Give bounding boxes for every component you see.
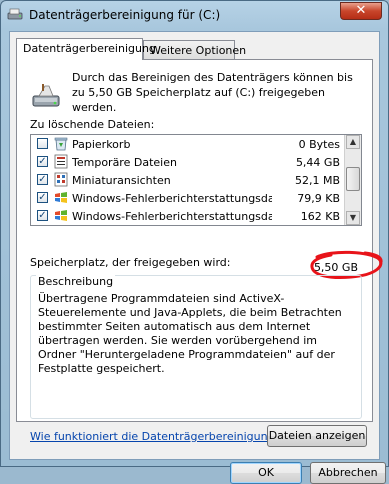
file-size: 79,9 KB [297, 192, 340, 205]
file-name: Papierkorb [72, 138, 131, 151]
file-size: 162 KB [300, 210, 340, 223]
cancel-button[interactable]: Abbrechen [310, 462, 386, 484]
view-files-button[interactable]: Dateien anzeigen [267, 425, 367, 447]
list-item[interactable]: ✓ Windows-Fehlerberichterstattungsdatei.… [31, 207, 346, 225]
files-list[interactable]: Papierkorb 0 Bytes ✓ Temporäre Dateien 5… [30, 134, 362, 226]
windows-logo-icon [55, 210, 67, 221]
file-name: Miniaturansichten [72, 174, 171, 187]
close-icon: ✕ [355, 3, 367, 18]
close-button[interactable]: ✕ [340, 2, 382, 20]
tab-panel: Durch das Bereinigen des Datenträgers kö… [16, 59, 383, 447]
disk-cleanup-icon [7, 8, 23, 20]
windows-logo-icon [55, 192, 67, 203]
checkbox[interactable]: ✓ [37, 156, 48, 167]
scroll-down-icon[interactable]: ▼ [346, 211, 360, 225]
file-name: Temporäre Dateien [72, 156, 177, 169]
window-title: Datenträgerbereinigung für (C:) [29, 8, 221, 22]
checkbox[interactable]: ✓ [37, 174, 48, 185]
dialog-client: Datenträgerbereinigung Weitere Optionen … [9, 31, 386, 484]
title-bar[interactable]: Datenträgerbereinigung für (C:) ✕ [1, 1, 388, 29]
description-group: Beschreibung Übertragene Programmdateien… [30, 275, 362, 419]
help-link[interactable]: Wie funktioniert die Datenträgerbereinig… [30, 430, 280, 443]
space-freed-label: Speicherplatz, der freigegeben wird: [30, 256, 231, 269]
file-size: 52,1 MB [294, 174, 340, 187]
checkbox[interactable] [37, 138, 48, 149]
file-size: 5,44 GB [295, 156, 340, 169]
intro-text: Durch das Bereinigen des Datenträgers kö… [72, 71, 353, 114]
thumbnails-icon [54, 172, 68, 187]
file-name: Windows-Fehlerberichterstattungsdatei... [72, 210, 272, 223]
checkbox[interactable]: ✓ [37, 210, 48, 221]
file-size: 0 Bytes [298, 138, 340, 151]
scrollbar-thumb[interactable] [346, 167, 360, 191]
ok-button[interactable]: OK [230, 462, 302, 484]
list-item[interactable]: Papierkorb 0 Bytes [31, 135, 346, 153]
tab-more-options[interactable]: Weitere Optionen [143, 40, 246, 60]
list-item[interactable]: ✓ Temporäre Dateien 5,44 GB [31, 153, 346, 171]
temp-files-icon [54, 154, 68, 169]
drive-cleanup-icon [32, 84, 60, 107]
list-item[interactable]: ✓ Windows-Fehlerberichterstattungsdatei.… [31, 189, 346, 207]
vertical-scrollbar[interactable]: ▲ ▼ [344, 135, 361, 225]
disk-cleanup-window: Datenträgerbereinigung für (C:) ✕ Datent… [0, 0, 389, 484]
recycle-bin-icon [54, 137, 68, 151]
description-text: Übertragene Programmdateien sind ActiveX… [38, 292, 342, 375]
list-item[interactable]: ✓ Miniaturansichten 52,1 MB [31, 171, 346, 189]
files-to-delete-label: Zu löschende Dateien: [30, 118, 155, 131]
checkbox[interactable]: ✓ [37, 192, 48, 203]
description-legend: Beschreibung [36, 275, 116, 288]
file-name: Windows-Fehlerberichterstattungsdatei... [72, 192, 272, 205]
tab-disk-cleanup[interactable]: Datenträgerbereinigung [16, 38, 156, 60]
scroll-up-icon[interactable]: ▲ [346, 135, 360, 149]
